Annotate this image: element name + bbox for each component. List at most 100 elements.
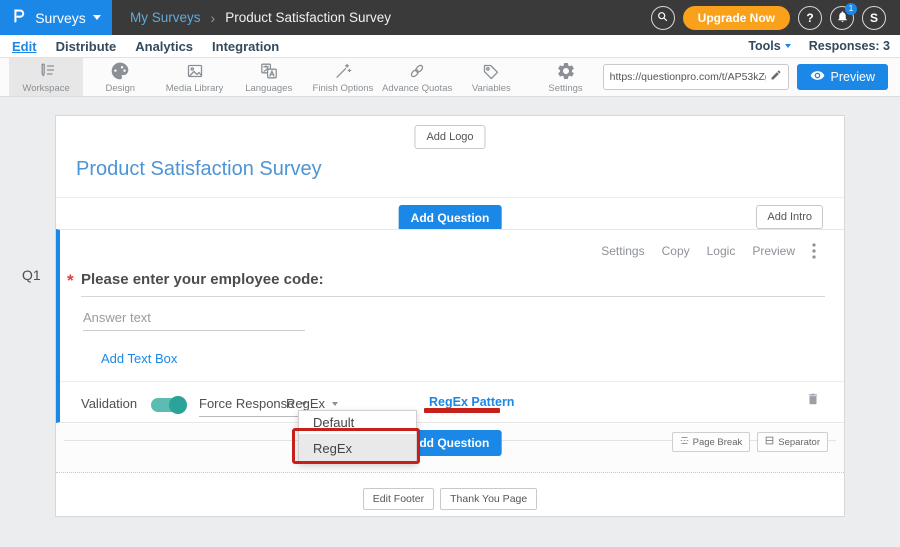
help-icon: ? [806, 11, 813, 25]
chevron-down-icon [785, 44, 791, 48]
question-text-underline [81, 296, 825, 297]
tab-integration[interactable]: Integration [212, 39, 279, 54]
breadcrumb-current-survey: Product Satisfaction Survey [225, 10, 391, 25]
question-copy-link[interactable]: Copy [662, 244, 690, 258]
survey-url-box [603, 64, 789, 90]
question-actions: Settings Copy Logic Preview [601, 243, 816, 259]
add-text-box-link[interactable]: Add Text Box [101, 351, 177, 366]
menu-option-default[interactable]: Default [299, 411, 416, 434]
edit-url-pencil-icon[interactable] [770, 68, 782, 86]
sub-nav: Edit Distribute Analytics Integration To… [0, 35, 900, 58]
variables-icon [481, 61, 501, 81]
surveys-menu[interactable]: Surveys [0, 0, 112, 35]
validation-label: Validation [81, 396, 137, 411]
settings-icon [556, 61, 576, 81]
question-preview-link[interactable]: Preview [752, 244, 795, 258]
survey-url-input[interactable] [610, 71, 766, 83]
page-break-label: Page Break [693, 437, 743, 448]
question-settings-link[interactable]: Settings [601, 244, 644, 258]
avatar[interactable]: S [862, 6, 886, 30]
validation-type-value: RegEx [286, 396, 325, 411]
separator-icon [765, 436, 774, 448]
question-text[interactable]: Please enter your employee code: [81, 271, 324, 288]
delete-question-button[interactable] [806, 391, 820, 412]
menu-option-regex[interactable]: RegEx [299, 434, 416, 463]
validation-toggle[interactable] [151, 398, 185, 412]
chevron-down-icon [93, 15, 101, 20]
tools-label: Tools [748, 39, 780, 53]
required-asterisk: * [67, 271, 74, 291]
survey-title[interactable]: Product Satisfaction Survey [76, 158, 322, 181]
add-question-button-top[interactable]: Add Question [399, 205, 502, 231]
toolbar-item-label: Variables [472, 83, 511, 94]
nav-right: Tools Responses: 3 [748, 39, 890, 53]
toolbar-item-design[interactable]: Design [83, 58, 157, 96]
breadcrumb-my-surveys[interactable]: My Surveys [130, 10, 201, 25]
toolbar-item-finish-options[interactable]: Finish Options [306, 58, 380, 96]
toolbar-item-label: Design [106, 83, 136, 94]
validation-type-menu: Default RegEx [298, 410, 417, 464]
validation-type-dropdown[interactable]: RegEx [286, 396, 338, 411]
workspace-icon [36, 61, 56, 81]
toolbar-item-label: Workspace [22, 83, 69, 94]
kebab-menu-icon[interactable] [812, 243, 816, 259]
add-logo-button[interactable]: Add Logo [414, 125, 485, 149]
toggle-knob [169, 396, 187, 414]
notification-badge: 1 [845, 3, 857, 15]
separator-label: Separator [778, 437, 820, 448]
preview-button[interactable]: Preview [797, 64, 888, 90]
breadcrumb: My Surveys › Product Satisfaction Survey [130, 10, 391, 26]
design-icon [110, 61, 130, 81]
toolbar-item-variables[interactable]: Variables [454, 58, 528, 96]
between-questions-strip: Add Question Page Break Separator [56, 424, 844, 473]
surveys-menu-label: Surveys [35, 10, 86, 26]
strip-buttons: Page Break Separator [672, 432, 828, 452]
responses-link[interactable]: Responses: 3 [809, 39, 890, 53]
finish-options-icon [333, 61, 353, 81]
separator-button[interactable]: Separator [757, 432, 828, 452]
search-button[interactable] [651, 6, 675, 30]
breadcrumb-separator: › [211, 10, 216, 26]
answer-input-line [83, 330, 305, 331]
header-actions: Upgrade Now ? 1 S [651, 6, 900, 30]
eye-icon [810, 68, 825, 86]
top-header: Surveys My Surveys › Product Satisfactio… [0, 0, 900, 35]
regex-pattern-link[interactable]: RegEx Pattern [429, 395, 514, 409]
advance-quotas-icon [407, 61, 427, 81]
toolbar-item-label: Advance Quotas [382, 83, 452, 94]
toolbar-item-settings[interactable]: Settings [528, 58, 602, 96]
toolbar-item-label: Finish Options [313, 83, 374, 94]
upgrade-now-button[interactable]: Upgrade Now [683, 6, 790, 30]
toolbar-item-workspace[interactable]: Workspace [9, 58, 83, 96]
survey-card: Add Logo Product Satisfaction Survey Add… [55, 115, 845, 517]
question-block: Settings Copy Logic Preview * Please ent… [56, 229, 844, 423]
avatar-initial: S [870, 11, 878, 25]
toolbar-item-languages[interactable]: Languages [232, 58, 306, 96]
tab-edit[interactable]: Edit [12, 39, 37, 54]
add-intro-button[interactable]: Add Intro [756, 205, 823, 229]
toolbar-item-label: Languages [245, 83, 292, 94]
toolbar-item-advance-quotas[interactable]: Advance Quotas [380, 58, 454, 96]
toolbar: Workspace Design Media Library Languages… [0, 58, 900, 97]
question-logic-link[interactable]: Logic [707, 244, 736, 258]
languages-icon [259, 61, 279, 81]
help-button[interactable]: ? [798, 6, 822, 30]
toolbar-item-label: Settings [548, 83, 582, 94]
tools-menu[interactable]: Tools [748, 39, 790, 53]
answer-text-placeholder[interactable]: Answer text [83, 310, 151, 325]
preview-label: Preview [831, 70, 875, 84]
screen: Surveys My Surveys › Product Satisfactio… [0, 0, 900, 547]
page-break-icon [680, 436, 689, 448]
chevron-down-icon [332, 402, 338, 406]
page-break-button[interactable]: Page Break [672, 432, 751, 452]
force-response-value: Force Response [199, 396, 294, 411]
nav-tabs: Edit Distribute Analytics Integration [12, 39, 279, 54]
question-number: Q1 [22, 267, 41, 283]
footer-buttons: Edit Footer Thank You Page [56, 488, 844, 510]
thank-you-page-button[interactable]: Thank You Page [440, 488, 537, 510]
tab-analytics[interactable]: Analytics [135, 39, 193, 54]
notifications-button[interactable]: 1 [830, 6, 854, 30]
edit-footer-button[interactable]: Edit Footer [363, 488, 434, 510]
tab-distribute[interactable]: Distribute [56, 39, 117, 54]
toolbar-item-media-library[interactable]: Media Library [157, 58, 231, 96]
